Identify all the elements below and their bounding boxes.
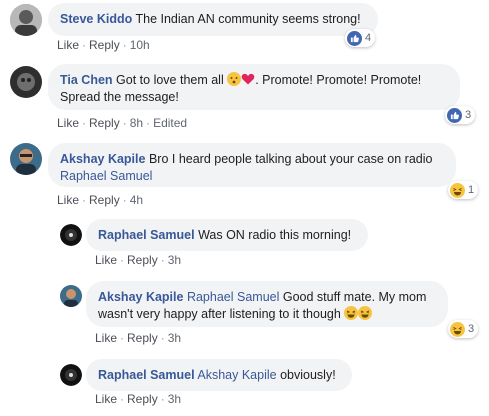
mention-link[interactable]: Akshay Kapile [197,368,276,382]
reply-link[interactable]: Reply [89,116,120,130]
comment-text: The Indian AN community seems strong! [135,12,361,26]
comment-text-start: Got to love them all [116,73,224,87]
reply-link[interactable]: Reply [89,193,120,207]
timestamp[interactable]: 8h [130,116,143,130]
avatar-raphael-samuel[interactable] [60,224,82,246]
commenter-name[interactable]: Tia Chen [60,73,113,87]
reply-bubble: Raphael Samuel Was ON radio this morning… [86,219,368,251]
comment-bubble: Akshay Kapile Bro I heard people talking… [48,143,456,187]
commenter-name[interactable]: Raphael Samuel [98,368,195,382]
like-icon [447,107,462,123]
like-link[interactable]: Like [95,331,117,345]
haha-icon [450,182,465,198]
reply-link[interactable]: Reply [127,253,158,267]
commenter-name[interactable]: Raphael Samuel [98,228,195,242]
laughing-emoji-icon [344,306,359,320]
avatar-tia-chen[interactable] [10,66,42,98]
reaction-count: 3 [468,323,475,335]
reply-actions: Like · Reply · 3h [95,253,182,267]
timestamp[interactable]: 10h [130,38,150,52]
comment-bubble: Tia Chen Got to love them all . Promote!… [48,64,460,110]
comment-actions: Like · Reply · 4h [57,193,144,207]
reaction-badge[interactable]: 3 [448,320,479,338]
timestamp[interactable]: 3h [168,331,181,345]
like-link[interactable]: Like [57,38,79,52]
comment-actions: Like · Reply · 8h · Edited [57,116,188,130]
reply-actions: Like · Reply · 3h [95,392,182,406]
profile-photo-icon [10,66,42,98]
timestamp[interactable]: 3h [168,392,181,406]
haha-icon [450,321,465,337]
commenter-name[interactable]: Akshay Kapile [60,152,145,166]
laughing-emoji-icon [358,306,373,320]
comment-bubble: Steve Kiddo The Indian AN community seem… [48,3,378,36]
profile-photo-icon [60,285,82,307]
heart-emoji-icon [241,72,255,86]
reaction-count: 3 [465,109,472,121]
avatar-raphael-samuel[interactable] [60,364,82,386]
reply-link[interactable]: Reply [127,331,158,345]
mention-link[interactable]: Raphael Samuel [187,290,279,304]
commenter-name[interactable]: Steve Kiddo [60,12,132,26]
reply-text: obviously! [280,368,336,382]
avatar-akshay-kapile[interactable] [10,143,42,175]
like-link[interactable]: Like [95,392,117,406]
timestamp[interactable]: 4h [130,193,143,207]
avatar-akshay-kapile[interactable] [60,285,82,307]
comment-actions: Like · Reply · 10h [57,38,150,52]
profile-photo-icon [60,224,82,246]
reply-bubble: Akshay Kapile Raphael Samuel Good stuff … [86,281,448,327]
profile-photo-icon [10,4,42,36]
commenter-name[interactable]: Akshay Kapile [98,290,183,304]
like-link[interactable]: Like [57,193,79,207]
mention-link[interactable]: Raphael Samuel [60,169,152,183]
reaction-badge[interactable]: 1 [448,181,479,199]
reaction-count: 1 [468,184,475,196]
reaction-badge[interactable]: 4 [345,29,376,47]
reply-link[interactable]: Reply [127,392,158,406]
profile-photo-icon [60,364,82,386]
avatar-steve-kiddo[interactable] [10,4,42,36]
reply-text: Was ON radio this morning! [198,228,352,242]
reply-link[interactable]: Reply [89,38,120,52]
reply-bubble: Raphael Samuel Akshay Kapile obviously! [86,359,352,391]
profile-photo-icon [10,143,42,175]
like-icon [347,30,362,46]
edited-label[interactable]: Edited [153,116,187,130]
timestamp[interactable]: 3h [168,253,181,267]
comment-text: Bro I heard people talking about your ca… [148,152,433,166]
kissing-face-emoji-icon [227,72,242,86]
reaction-count: 4 [365,32,372,44]
reaction-badge[interactable]: 3 [445,106,476,124]
reply-actions: Like · Reply · 3h [95,331,182,345]
like-link[interactable]: Like [95,253,117,267]
like-link[interactable]: Like [57,116,79,130]
